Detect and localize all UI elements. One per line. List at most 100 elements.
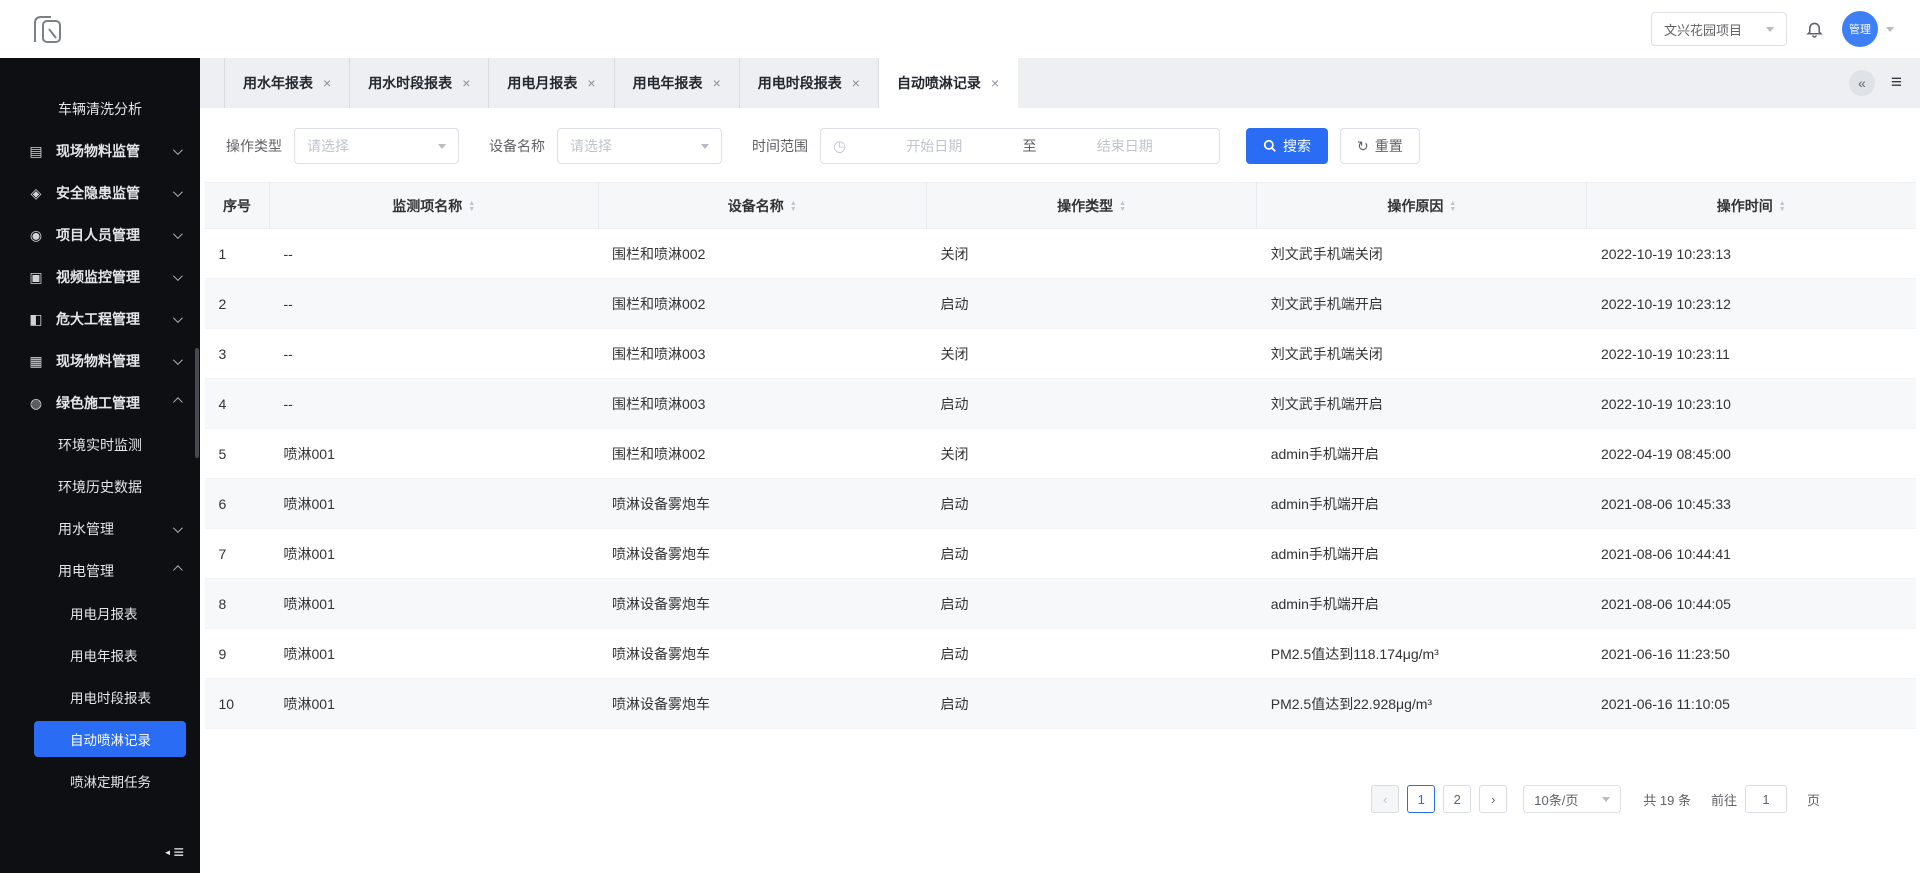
chevron-down-icon: [1766, 26, 1774, 32]
goto-page-input[interactable]: [1744, 785, 1787, 813]
table-cell: 3: [204, 328, 270, 379]
table-row[interactable]: 5 喷淋001 围栏和喷淋002 关闭 admin手机端开启 2022-04-19 08:…: [204, 428, 1916, 479]
close-tab-icon[interactable]: ×: [852, 75, 860, 91]
sidebar-item[interactable]: 环境实时监测: [0, 424, 200, 466]
project-select[interactable]: 文兴花园项目: [1651, 12, 1787, 46]
table-row[interactable]: 7 喷淋001 喷淋设备雾炮车 启动 admin手机端开启 2021-08-06 10:4…: [204, 528, 1916, 579]
column-header[interactable]: 操作时间 ▲ ▼: [1586, 182, 1916, 229]
sort-icon[interactable]: ▲ ▼: [1449, 200, 1456, 213]
reset-button[interactable]: ↻ 重置: [1340, 128, 1420, 164]
chevron-down-icon: [172, 270, 183, 281]
tab-5[interactable]: 用电时段报表 ×: [738, 58, 878, 108]
sidebar-item[interactable]: 用电年报表: [0, 634, 200, 676]
sidebar-item-label: 用电管理: [58, 563, 114, 579]
table-cell: 喷淋设备雾炮车: [598, 528, 927, 579]
end-date-placeholder: 结束日期: [1096, 138, 1153, 154]
table-cell: 喷淋001: [269, 428, 599, 479]
sidebar-item[interactable]: ◉ 项目人员管理: [0, 214, 200, 256]
sidebar-item-label: 项目人员管理: [56, 227, 140, 243]
sidebar-item-label: 车辆清洗分析: [58, 101, 142, 117]
sidebar-item[interactable]: 用电月报表: [0, 592, 200, 634]
sidebar-item[interactable]: ◈ 安全隐患监管: [0, 172, 200, 214]
materials-supervision-icon: ▤: [29, 142, 43, 159]
collapse-sidebar-button[interactable]: ◄ ≡: [164, 843, 184, 861]
sort-icon[interactable]: ▲ ▼: [1119, 200, 1126, 213]
sidebar-item-label: 环境历史数据: [58, 479, 142, 495]
tab-3[interactable]: 用电月报表 ×: [488, 58, 613, 108]
sort-desc-icon: ▼: [789, 205, 797, 213]
table-row[interactable]: 9 喷淋001 喷淋设备雾炮车 启动 PM2.5值达到118.174μg/m³ 2021-…: [204, 628, 1916, 679]
device-name-select[interactable]: 请选择: [557, 128, 722, 164]
sidebar-item[interactable]: 用水管理: [0, 508, 200, 550]
sidebar-scrollbar[interactable]: [195, 348, 199, 458]
table-header-row: 序号 监测项名称 ▲ ▼ 设备名称 ▲ ▼ 操作类型 ▲ ▼ 操作原因 ▲ ▼ 操作时间 ▲ ▼: [204, 182, 1916, 229]
sidebar-item[interactable]: ▣ 视频监控管理: [0, 256, 200, 298]
close-tab-icon[interactable]: ×: [462, 75, 470, 91]
tab-4[interactable]: 用电年报表 ×: [613, 58, 739, 108]
tab-options-icon[interactable]: ≡: [1891, 72, 1902, 94]
table-cell: admin手机端开启: [1256, 428, 1587, 479]
table-cell: 围栏和喷淋003: [598, 378, 927, 429]
close-tab-icon[interactable]: ×: [323, 75, 331, 91]
close-tab-icon[interactable]: ×: [991, 75, 999, 91]
tab-label: 用水时段报表: [368, 75, 453, 91]
user-menu[interactable]: 管理: [1842, 11, 1894, 47]
avatar[interactable]: 管理: [1842, 11, 1878, 47]
scroll-tabs-left-button[interactable]: «: [1848, 70, 1875, 96]
table-cell: 2: [204, 278, 270, 329]
records-table: 序号 监测项名称 ▲ ▼ 设备名称 ▲ ▼ 操作类型 ▲ ▼ 操作原因 ▲ ▼ 操作时间 ▲ ▼ 1 -- 围栏和…: [204, 182, 1916, 729]
table-row[interactable]: 3 -- 围栏和喷淋003 关闭 刘文武手机端关闭 2022-10-19 10:23:11: [204, 328, 1916, 379]
sort-icon[interactable]: ▲ ▼: [1779, 200, 1786, 213]
sidebar-item[interactable]: ▦ 现场物料管理: [0, 340, 200, 382]
chevron-down-icon: [172, 144, 183, 155]
page-button-2[interactable]: 2: [1443, 785, 1472, 813]
table-row[interactable]: 10 喷淋001 喷淋设备雾炮车 启动 PM2.5值达到22.928μg/m³ 2021-…: [204, 678, 1916, 729]
column-header[interactable]: 操作类型 ▲ ▼: [926, 182, 1258, 229]
table-row[interactable]: 8 喷淋001 喷淋设备雾炮车 启动 admin手机端开启 2021-08-06 10:4…: [204, 578, 1916, 629]
sidebar-item[interactable]: 喷淋定期任务: [0, 760, 200, 802]
sidebar-item[interactable]: ◍ 绿色施工管理: [0, 382, 200, 424]
table-cell: 刘文武手机端开启: [1256, 278, 1587, 329]
column-header[interactable]: 设备名称 ▲ ▼: [598, 182, 928, 229]
table-row[interactable]: 6 喷淋001 喷淋设备雾炮车 启动 admin手机端开启 2021-08-06 10:4…: [204, 478, 1916, 529]
tab-1[interactable]: 用水年报表 ×: [224, 58, 349, 108]
table-row[interactable]: 1 -- 围栏和喷淋002 关闭 刘文武手机端关闭 2022-10-19 10:23:13: [204, 228, 1916, 279]
goto-suffix: 页: [1806, 792, 1820, 808]
table-cell: admin手机端开启: [1256, 528, 1587, 579]
sidebar-item[interactable]: 车辆清洗分析: [0, 88, 200, 130]
page-size-select[interactable]: 10条/页: [1523, 785, 1622, 813]
next-page-button[interactable]: ›: [1479, 785, 1508, 813]
sidebar-item[interactable]: 用电时段报表: [0, 676, 200, 718]
operation-type-select[interactable]: 请选择: [294, 128, 459, 164]
table-cell: 围栏和喷淋002: [598, 428, 927, 479]
close-tab-icon[interactable]: ×: [587, 75, 595, 91]
sidebar-item[interactable]: 环境历史数据: [0, 466, 200, 508]
column-header[interactable]: 操作原因 ▲ ▼: [1256, 182, 1588, 229]
table-row[interactable]: 4 -- 围栏和喷淋003 启动 刘文武手机端开启 2022-10-19 10:23:10: [204, 378, 1916, 429]
sidebar-item[interactable]: 用电管理: [0, 550, 200, 592]
table-row[interactable]: 2 -- 围栏和喷淋002 启动 刘文武手机端开启 2022-10-19 10:23:12: [204, 278, 1916, 329]
safety-hazard-icon: ◈: [30, 184, 42, 201]
column-header[interactable]: 监测项名称 ▲ ▼: [269, 182, 599, 229]
sidebar-item-active[interactable]: 自动喷淋记录: [34, 721, 186, 757]
sidebar-item[interactable]: ▤ 现场物料监管: [0, 130, 200, 172]
sort-icon[interactable]: ▲ ▼: [468, 200, 475, 213]
chevron-down-icon: [701, 143, 709, 149]
sidebar-item-label: 现场物料管理: [56, 353, 140, 369]
chevron-down-icon: [172, 354, 183, 365]
filter-label-operation-type: 操作类型: [226, 138, 282, 154]
notification-bell-icon[interactable]: [1805, 19, 1824, 39]
sidebar-item[interactable]: ◧ 危大工程管理: [0, 298, 200, 340]
prev-page-button[interactable]: ‹: [1371, 785, 1400, 813]
tab-6[interactable]: 自动喷淋记录 ×: [877, 58, 1019, 108]
tab-label: 用电时段报表: [757, 75, 842, 91]
sort-icon[interactable]: ▲ ▼: [789, 200, 797, 213]
table-cell: 关闭: [926, 328, 1257, 379]
topbar: 文兴花园项目 管理: [0, 0, 1920, 58]
date-range-picker[interactable]: ◷ 开始日期 至 结束日期: [820, 128, 1220, 164]
close-tab-icon[interactable]: ×: [713, 75, 721, 91]
video-monitor-icon: ▣: [29, 268, 43, 285]
tab-2[interactable]: 用水时段报表 ×: [349, 58, 488, 108]
search-button[interactable]: 搜索: [1246, 128, 1328, 164]
page-button-1[interactable]: 1: [1407, 785, 1436, 813]
